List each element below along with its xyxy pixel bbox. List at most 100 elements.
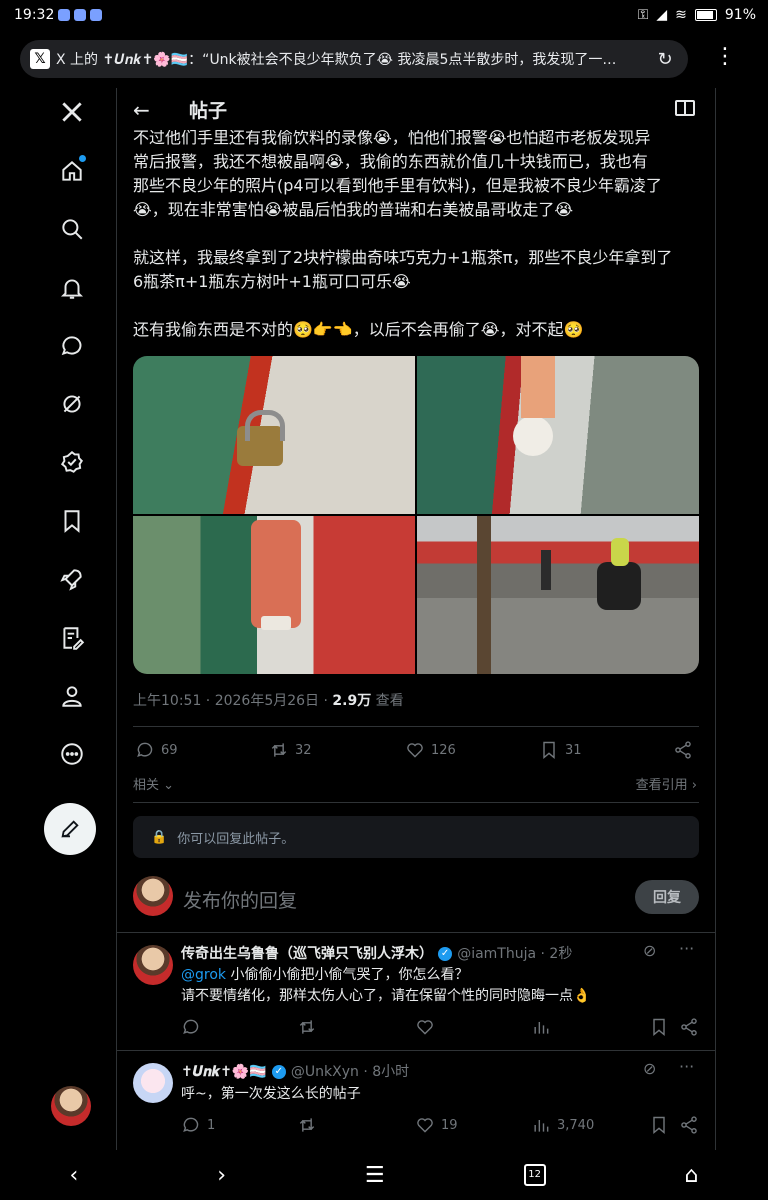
post-line: 那些不良少年的照片(p4可以看到他手里有饮料)，但是我被不良少年霸凌了 [133,176,662,195]
grok-icon[interactable] [54,386,90,422]
bookmark-count: 31 [565,742,582,758]
signal-icon: ◢ [656,7,668,23]
reply-text-line-1: @grok 小偷偷小偷把小偷气哭了，你怎么看？ [181,965,468,986]
post-photo-2[interactable] [417,356,699,514]
post-column: ← 帖子 不过他们手里还有我偷饮料的录像😭，怕他们报警😭也怕超市老板发现异 常后… [116,88,716,1150]
reply-tweet[interactable]: 传奇出生乌鲁鲁（巡飞弹只飞别人浮木） ✓ @iamThuja · 2秒 ⊘ ··… [117,933,715,1049]
account-avatar[interactable] [51,1086,91,1126]
back-arrow-icon[interactable]: ← [133,98,150,122]
profile-icon[interactable] [54,678,90,714]
reply-action[interactable]: 69 [135,740,178,760]
views-action[interactable] [531,1017,551,1037]
reply-author-name[interactable]: ✝𝑼𝒏𝒌✝🌸🏳️‍⚧️ [181,1064,267,1080]
share-action[interactable] [673,740,693,760]
tab-switcher-icon[interactable]: 12 [523,1164,546,1186]
bookmark-icon [653,1116,665,1135]
bookmark-action[interactable] [649,1115,669,1135]
status-right: ⚿ ◢ ≋ 91% [638,7,756,23]
related-link[interactable]: 相关 ⌄ [133,774,174,793]
post-text-paragraph-2: 就这样，我最终拿到了2块柠檬曲奇味巧克力+1瓶茶π，那些不良少年拿到了 6瓶茶π… [133,246,703,294]
repost-action[interactable] [297,1115,317,1135]
home-icon[interactable] [54,153,90,189]
bookmarks-icon[interactable] [54,503,90,539]
bookmark-action[interactable]: 31 [539,740,582,760]
reply-author-row: 传奇出生乌鲁鲁（巡飞弹只飞别人浮木） ✓ @iamThuja · 2秒 [181,943,572,963]
divider [133,802,699,803]
reader-mode-icon[interactable] [675,100,695,116]
battery-percent: 91% [724,7,756,23]
reply-author-row: ✝𝑼𝒏𝒌✝🌸🏳️‍⚧️ ✓ @UnkXyn · 8小时 [181,1061,409,1081]
post-text-paragraph-3: 还有我偷东西是不对的🥺👉👈，以后不会再偷了😭，对不起🥺 [133,320,584,339]
reply-text: 呼~，第一次发这么长的帖子 [181,1086,361,1102]
repost-count: 32 [295,742,312,758]
reply-button[interactable]: 回复 [635,880,699,914]
nav-home-icon[interactable]: ⌂ [685,1163,699,1188]
analytics-icon [534,1120,549,1132]
rocket-icon[interactable] [54,561,90,597]
nav-menu-icon[interactable]: ☰ [365,1163,385,1188]
reply-text: 小偷偷小偷把小偷气哭了，你怎么看？ [226,967,469,983]
more-icon[interactable] [54,736,90,772]
nav-forward-icon[interactable]: › [217,1163,226,1188]
verified-icon[interactable] [54,444,90,480]
related-label: 相关 [133,778,160,793]
post-photo-1[interactable] [133,356,415,514]
reply-author-name[interactable]: 传奇出生乌鲁鲁（巡飞弹只飞别人浮木） [181,946,433,962]
messages-icon[interactable] [54,328,90,364]
reply-input[interactable]: 发布你的回复 [183,886,297,913]
articles-icon[interactable] [54,620,90,656]
compose-post-button[interactable] [44,803,96,855]
like-action[interactable]: 126 [405,740,456,760]
grok-icon[interactable]: ⊘ [643,1059,656,1078]
reply-action[interactable] [181,1017,201,1037]
reply-tweet[interactable]: ✝𝑼𝒏𝒌✝🌸🏳️‍⚧️ ✓ @UnkXyn · 8小时 ⊘ ··· 呼~，第一次… [117,1051,715,1150]
bookmark-icon [653,1018,665,1037]
views-action[interactable]: 3,740 [531,1115,594,1135]
view-quotes-label: 查看引用 [635,778,688,793]
post-timestamp-row: 上午10:51 · 2026年5月26日 · 2.9万 查看 [133,690,404,710]
repost-action[interactable] [297,1017,317,1037]
nav-back-icon[interactable]: ‹ [69,1163,78,1188]
share-icon [681,1116,697,1134]
repost-action[interactable]: 32 [269,740,312,760]
more-options-icon[interactable]: ··· [679,939,694,958]
reply-action[interactable]: 1 [181,1115,215,1135]
reply-composer: 发布你的回复 回复 [133,876,699,928]
search-icon[interactable] [54,211,90,247]
reload-icon[interactable]: ↻ [654,49,676,70]
verified-badge-icon: ✓ [438,946,453,961]
grok-icon[interactable]: ⊘ [643,941,656,960]
repost-icon [271,743,287,757]
reply-count: 69 [161,742,178,758]
reply-permission-notice: 🔒 你可以回复此帖子。 [133,816,699,858]
mention-link[interactable]: @grok [181,967,226,983]
key-icon: ⚿ [637,7,649,23]
post-line: 😭，现在非常害怕😭被晶后怕我的普瑞和右美被晶哥收走了😭 [133,200,574,219]
status-app-icons [58,9,102,21]
share-action[interactable] [679,1017,699,1037]
post-photo-3[interactable] [133,516,415,674]
repost-icon [299,1020,315,1034]
reply-count: 1 [207,1117,216,1133]
page-title: 帖子 [189,100,228,122]
view-quotes-link[interactable]: 查看引用 › [636,774,697,793]
more-options-icon[interactable]: ··· [679,1057,694,1076]
like-count: 126 [431,742,456,758]
tab-title: X 上的 ✝𝑼𝒏𝒌✝🌸🏳️‍⚧️：“Unk被社会不良少年欺负了😭 我凌晨5点半散… [56,52,617,68]
share-action[interactable] [679,1115,699,1135]
x-favicon-icon: 𝕏 [30,49,50,69]
post-photo-4[interactable] [417,516,699,674]
bookmark-action[interactable] [649,1017,669,1037]
address-bar[interactable]: 𝕏 X 上的 ✝𝑼𝒏𝒌✝🌸🏳️‍⚧️：“Unk被社会不良少年欺负了😭 我凌晨5点… [20,40,688,78]
reply-avatar[interactable] [133,1063,173,1103]
reply-avatar[interactable] [133,945,173,985]
view-count: 3,740 [557,1117,595,1133]
post-line: 就这样，我最终拿到了2块柠檬曲奇味巧克力+1瓶茶π，那些不良少年拿到了 [133,248,673,267]
post-image-grid [133,356,699,674]
like-action[interactable]: 19 [415,1115,458,1135]
bell-icon[interactable] [54,270,90,306]
verified-badge-icon: ✓ [271,1064,286,1079]
browser-menu-icon[interactable]: ⋮ [714,44,736,69]
like-action[interactable] [415,1017,435,1037]
x-logo-icon[interactable] [54,94,90,130]
